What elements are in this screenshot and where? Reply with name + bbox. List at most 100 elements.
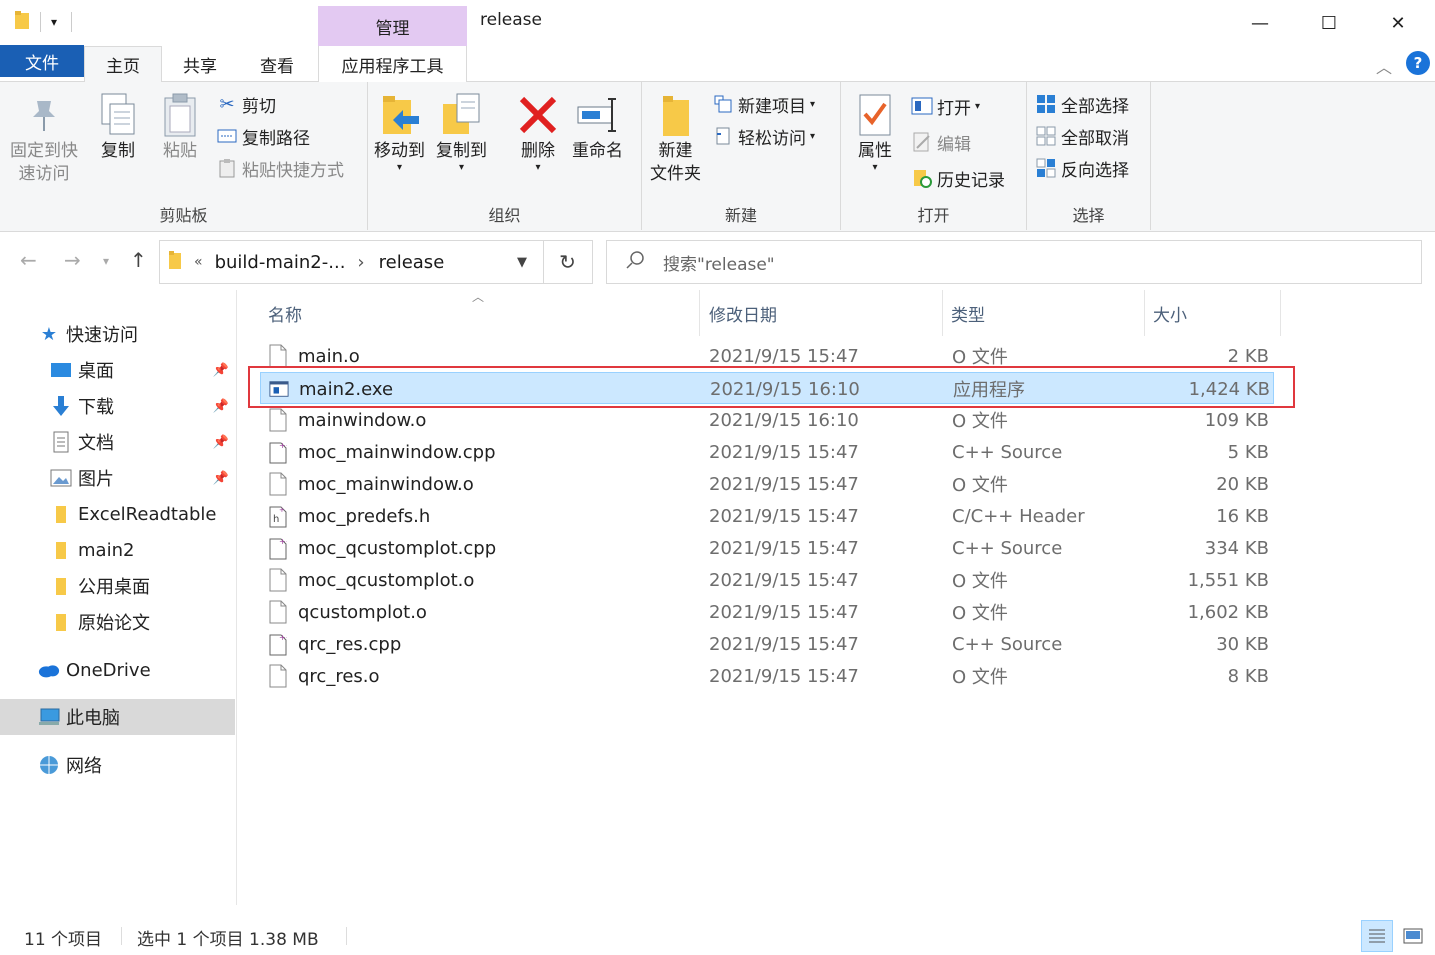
select-none-button[interactable]: 全部取消 — [1035, 122, 1129, 150]
file-row[interactable]: ++ qrc_res.cpp 2021/9/15 15:47 C++ Source 30… — [260, 628, 1274, 660]
file-row[interactable]: qrc_res.o 2021/9/15 15:47 O 文件 8 KB — [260, 660, 1274, 692]
address-dropdown-chevron-icon[interactable]: ▼ — [517, 255, 527, 270]
pin-icon[interactable]: 📌 — [213, 363, 229, 378]
new-folder-icon — [654, 90, 698, 140]
edit-button[interactable]: 编辑 — [911, 128, 971, 156]
file-name: moc_qcustomplot.o — [298, 569, 475, 591]
file-name-cell: mainwindow.o — [268, 404, 426, 436]
copy-path-button[interactable]: 复制路径 — [216, 122, 310, 150]
address-overflow[interactable]: « — [194, 254, 203, 270]
up-arrow-icon[interactable]: ↑ — [130, 248, 147, 272]
customize-dropdown-icon[interactable]: ▾ — [51, 15, 57, 29]
clipboard-icon — [158, 90, 202, 140]
folder-icon — [50, 539, 72, 561]
nav-this-pc[interactable]: 此电脑 — [0, 699, 235, 735]
pin-icon[interactable]: 📌 — [213, 471, 229, 486]
minimize-button[interactable]: — — [1226, 0, 1294, 46]
file-size: 20 KB — [1216, 473, 1269, 495]
nav-onedrive[interactable]: OneDrive — [0, 652, 235, 688]
column-header-size[interactable]: 大小 — [1145, 290, 1281, 336]
address-separator[interactable]: › — [357, 252, 364, 273]
file-row[interactable]: moc_qcustomplot.o 2021/9/15 15:47 O 文件 1,55… — [260, 564, 1274, 596]
recent-locations-chevron-icon[interactable]: ▾ — [103, 254, 109, 268]
select-all-button[interactable]: 全部选择 — [1035, 90, 1129, 118]
file-modified: 2021/9/15 15:47 — [709, 601, 859, 623]
folder-icon[interactable] — [14, 10, 30, 34]
file-row[interactable]: main.o 2021/9/15 15:47 O 文件 2 KB — [260, 340, 1274, 372]
nav-public-desktop[interactable]: 公用桌面 — [0, 568, 235, 604]
open-button[interactable]: 打开 ▾ — [911, 92, 980, 120]
delete-button[interactable]: 删除 ▾ — [516, 90, 560, 173]
large-icons-view-icon[interactable] — [1397, 920, 1429, 952]
copy-to-button[interactable]: 复制到 ▾ — [436, 90, 487, 173]
select-none-label: 全部取消 — [1061, 128, 1129, 149]
pin-quick-access-button[interactable]: 固定到快 速访问 — [10, 90, 78, 186]
forward-arrow-icon[interactable]: → — [64, 248, 81, 272]
file-row[interactable]: moc_mainwindow.o 2021/9/15 15:47 O 文件 20 KB — [260, 468, 1274, 500]
nav-desktop[interactable]: 桌面 📌 — [0, 352, 235, 388]
svg-text:++: ++ — [279, 441, 287, 450]
file-type: O 文件 — [952, 347, 1008, 368]
copy-button[interactable]: 复制 — [96, 90, 140, 163]
nav-network-label: 网络 — [66, 756, 102, 777]
file-row[interactable]: qcustomplot.o 2021/9/15 15:47 O 文件 1,602 KB — [260, 596, 1274, 628]
pin-icon[interactable]: 📌 — [213, 399, 229, 414]
status-separator — [346, 927, 347, 945]
collapse-ribbon-icon[interactable]: ︿ — [1376, 54, 1392, 78]
nav-papers[interactable]: 原始论文 — [0, 604, 235, 640]
file-name: main2.exe — [299, 378, 394, 400]
help-icon[interactable]: ? — [1406, 51, 1430, 75]
column-header-name[interactable]: 名称 — [260, 290, 700, 336]
folder-icon — [50, 611, 72, 633]
tab-share[interactable]: 共享 — [164, 46, 236, 82]
move-to-button[interactable]: 移动到 ▾ — [374, 90, 425, 173]
nav-quick-access[interactable]: ★ 快速访问 — [0, 316, 235, 352]
edit-icon — [911, 131, 933, 153]
pin-icon[interactable]: 📌 — [213, 435, 229, 450]
nav-main2[interactable]: main2 — [0, 532, 235, 568]
paste-button[interactable]: 粘贴 — [158, 90, 202, 163]
new-item-button[interactable]: 新建项目 ▾ — [712, 90, 815, 118]
file-row[interactable]: main2.exe 2021/9/15 16:10 应用程序 1,424 KB — [260, 372, 1274, 404]
nav-pictures[interactable]: 图片 📌 — [0, 460, 235, 496]
refresh-icon[interactable]: ↻ — [543, 240, 593, 284]
select-none-icon — [1035, 125, 1057, 147]
column-header-type[interactable]: 类型 — [943, 290, 1145, 336]
search-box[interactable]: 搜索"release" — [606, 240, 1422, 284]
nav-network[interactable]: 网络 — [0, 747, 235, 783]
group-clipboard: 固定到快 速访问 复制 粘贴 ✂ 剪切 复制路径 粘贴快捷方式 剪贴板 — [0, 82, 368, 230]
back-arrow-icon[interactable]: ← — [20, 248, 37, 272]
file-row[interactable]: h + moc_predefs.h 2021/9/15 15:47 C/C++ Head… — [260, 500, 1274, 532]
new-folder-button[interactable]: 新建 文件夹 — [650, 90, 701, 186]
easy-access-button[interactable]: 轻松访问 ▾ — [712, 122, 815, 150]
details-view-icon[interactable] — [1361, 920, 1393, 952]
rename-button[interactable]: 重命名 — [572, 90, 623, 163]
tab-app-tools[interactable]: 应用程序工具 — [318, 46, 467, 82]
cut-button[interactable]: ✂ 剪切 — [216, 90, 276, 118]
nav-excelreadtable[interactable]: ExcelReadtable — [0, 496, 235, 532]
move-to-label: 移动到 — [374, 141, 425, 161]
properties-button[interactable]: 属性 ▾ — [853, 90, 897, 173]
file-row[interactable]: ++ moc_mainwindow.cpp 2021/9/15 15:47 C++ S… — [260, 436, 1274, 468]
close-button[interactable]: ✕ — [1364, 0, 1432, 46]
tab-view[interactable]: 查看 — [240, 46, 314, 82]
nav-documents[interactable]: 文档 📌 — [0, 424, 235, 460]
maximize-button[interactable]: ☐ — [1295, 0, 1363, 46]
invert-selection-button[interactable]: 反向选择 — [1035, 154, 1129, 182]
tab-home[interactable]: 主页 — [84, 46, 162, 83]
address-bar[interactable]: « build-main2-... › release ▼ — [159, 240, 544, 284]
file-row[interactable]: ++ moc_qcustomplot.cpp 2021/9/15 15:47 C++ … — [260, 532, 1274, 564]
group-organize: 移动到 ▾ 复制到 ▾ 删除 ▾ 重命名 组织 — [368, 82, 642, 230]
chevron-down-icon: ▾ — [975, 100, 981, 112]
tab-file[interactable]: 文件 — [0, 45, 84, 77]
file-name-cell: qrc_res.o — [268, 660, 380, 692]
rename-icon — [576, 90, 620, 140]
history-button[interactable]: 历史记录 — [911, 164, 1005, 192]
column-header-modified[interactable]: 修改日期 — [701, 290, 943, 336]
address-segment-build[interactable]: build-main2-... — [215, 252, 346, 273]
file-name-cell: qcustomplot.o — [268, 596, 427, 628]
paste-shortcut-button[interactable]: 粘贴快捷方式 — [216, 154, 344, 182]
address-segment-release[interactable]: release — [379, 252, 445, 273]
file-row[interactable]: mainwindow.o 2021/9/15 16:10 O 文件 109 KB — [260, 404, 1274, 436]
nav-downloads[interactable]: 下载 📌 — [0, 388, 235, 424]
